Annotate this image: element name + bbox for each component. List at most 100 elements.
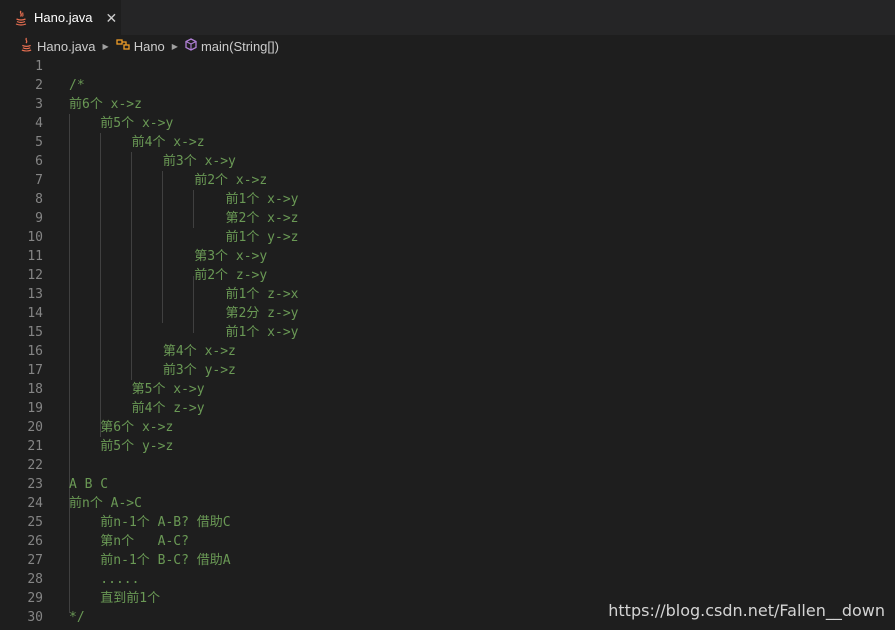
code-text: 前5个 x->y	[69, 116, 174, 131]
code-text: 前1个 z->x	[69, 287, 299, 302]
breadcrumb-method[interactable]: main(String[])	[185, 38, 279, 54]
watermark: https://blog.csdn.net/Fallen__down	[608, 601, 885, 620]
class-icon	[116, 38, 130, 54]
method-icon	[185, 38, 197, 54]
code-text: 前2个 z->y	[69, 268, 268, 283]
code-line[interactable]: 25 前n-1个 A-B? 借助C	[0, 513, 895, 532]
code-line[interactable]: 19 前4个 z->y	[0, 399, 895, 418]
code-line[interactable]: 10 前1个 y->z	[0, 228, 895, 247]
code-text: 第3个 x->y	[69, 249, 268, 264]
line-number: 23	[27, 477, 43, 492]
line-number: 10	[27, 230, 43, 245]
code-text: 前n-1个 A-B? 借助C	[69, 515, 231, 530]
code-editor[interactable]: 1 2/* 3 前6个 x->z 4 前5个 x->y 5 前4个 x->z 6 前3个 x…	[0, 57, 895, 630]
code-line[interactable]: 4 前5个 x->y	[0, 114, 895, 133]
code-line[interactable]: 27 前n-1个 B-C? 借助A	[0, 551, 895, 570]
line-number: 2	[35, 78, 43, 93]
java-file-icon	[14, 10, 28, 26]
code-line[interactable]: 12 前2个 z->y	[0, 266, 895, 285]
breadcrumb-class[interactable]: Hano	[116, 39, 165, 54]
code-line[interactable]: 3 前6个 x->z	[0, 95, 895, 114]
line-number: 12	[27, 268, 43, 283]
code-line[interactable]: 26 第n个 A-C?	[0, 532, 895, 551]
code-text: 前3个 x->y	[69, 154, 236, 169]
code-line[interactable]: 14 第2分 z->y	[0, 304, 895, 323]
line-number: 14	[27, 306, 43, 321]
line-number: 22	[27, 458, 43, 473]
line-number: 13	[27, 287, 43, 302]
line-number: 20	[27, 420, 43, 435]
code-line[interactable]: 1	[0, 57, 895, 76]
code-line[interactable]: 5 前4个 x->z	[0, 133, 895, 152]
line-number: 3	[35, 97, 43, 112]
code-line[interactable]: 24 前n个 A->C	[0, 494, 895, 513]
line-number: 29	[27, 591, 43, 606]
code-text: 前4个 x->z	[69, 135, 205, 150]
close-icon[interactable]: ✕	[106, 11, 118, 25]
code-text: 前4个 z->y	[69, 401, 205, 416]
code-text: 第5个 x->y	[69, 382, 205, 397]
code-line[interactable]: 7 前2个 x->z	[0, 171, 895, 190]
code-line[interactable]: 6 前3个 x->y	[0, 152, 895, 171]
line-number: 28	[27, 572, 43, 587]
line-number: 27	[27, 553, 43, 568]
code-text: 前5个 y->z	[69, 439, 174, 454]
tab-label: Hano.java	[34, 10, 93, 25]
line-number: 30	[27, 610, 43, 625]
code-line[interactable]: 23 A B C	[0, 475, 895, 494]
code-line[interactable]: 16 第4个 x->z	[0, 342, 895, 361]
code-line[interactable]: 22	[0, 456, 895, 475]
line-number: 8	[35, 192, 43, 207]
line-number: 26	[27, 534, 43, 549]
code-text: 前1个 x->y	[69, 192, 299, 207]
line-number: 19	[27, 401, 43, 416]
line-number: 24	[27, 496, 43, 511]
code-line[interactable]: 8 前1个 x->y	[0, 190, 895, 209]
line-number: 21	[27, 439, 43, 454]
code-text: 第2个 x->z	[69, 211, 299, 226]
tab-hano-java[interactable]: Hano.java ✕	[0, 0, 121, 35]
tab-bar: Hano.java ✕	[0, 0, 895, 35]
code-text: 前1个 y->z	[69, 230, 299, 245]
code-text: A B C	[69, 477, 109, 492]
line-number: 1	[35, 59, 43, 74]
chevron-right-icon: ▶	[102, 41, 109, 51]
code-text: 第4个 x->z	[69, 344, 236, 359]
line-number: 18	[27, 382, 43, 397]
breadcrumb-method-label: main(String[])	[200, 38, 279, 54]
code-line[interactable]: 21 前5个 y->z	[0, 437, 895, 456]
breadcrumb-file-label: Hano.java	[37, 38, 96, 54]
java-file-icon	[20, 37, 33, 55]
line-number: 6	[35, 154, 43, 169]
line-number: 25	[27, 515, 43, 530]
code-line[interactable]: 13 前1个 z->x	[0, 285, 895, 304]
chevron-right-icon: ▶	[171, 41, 178, 51]
code-line[interactable]: 17 前3个 y->z	[0, 361, 895, 380]
line-number: 9	[35, 211, 43, 226]
code-text: .....	[69, 572, 140, 587]
code-text: 前6个 x->z	[69, 97, 142, 112]
line-number: 5	[35, 135, 43, 150]
line-number: 16	[27, 344, 43, 359]
code-text: */	[69, 610, 85, 625]
code-text: 第2分 z->y	[69, 306, 299, 321]
line-number: 11	[27, 249, 43, 264]
code-line[interactable]: 9 第2个 x->z	[0, 209, 895, 228]
code-text: 前2个 x->z	[69, 173, 268, 188]
breadcrumb: Hano.java ▶ Hano ▶ main(String[])	[0, 35, 895, 57]
code-line[interactable]: 2 /*	[0, 76, 895, 95]
code-line[interactable]: 20 第6个 x->z	[0, 418, 895, 437]
code-text: 前n个 A->C	[69, 496, 142, 511]
code-text: 前3个 y->z	[69, 363, 236, 378]
code-line[interactable]: 28 .....	[0, 570, 895, 589]
line-number: 7	[35, 173, 43, 188]
code-text: 第n个 A-C?	[69, 534, 189, 549]
code-text: 前1个 x->y	[69, 325, 299, 340]
code-line[interactable]: 18 第5个 x->y	[0, 380, 895, 399]
line-number: 4	[35, 116, 43, 131]
code-text: 第6个 x->z	[69, 420, 174, 435]
breadcrumb-file[interactable]: Hano.java	[20, 37, 96, 55]
code-line[interactable]: 15 前1个 x->y	[0, 323, 895, 342]
code-text: /*	[69, 78, 85, 93]
code-line[interactable]: 11 第3个 x->y	[0, 247, 895, 266]
